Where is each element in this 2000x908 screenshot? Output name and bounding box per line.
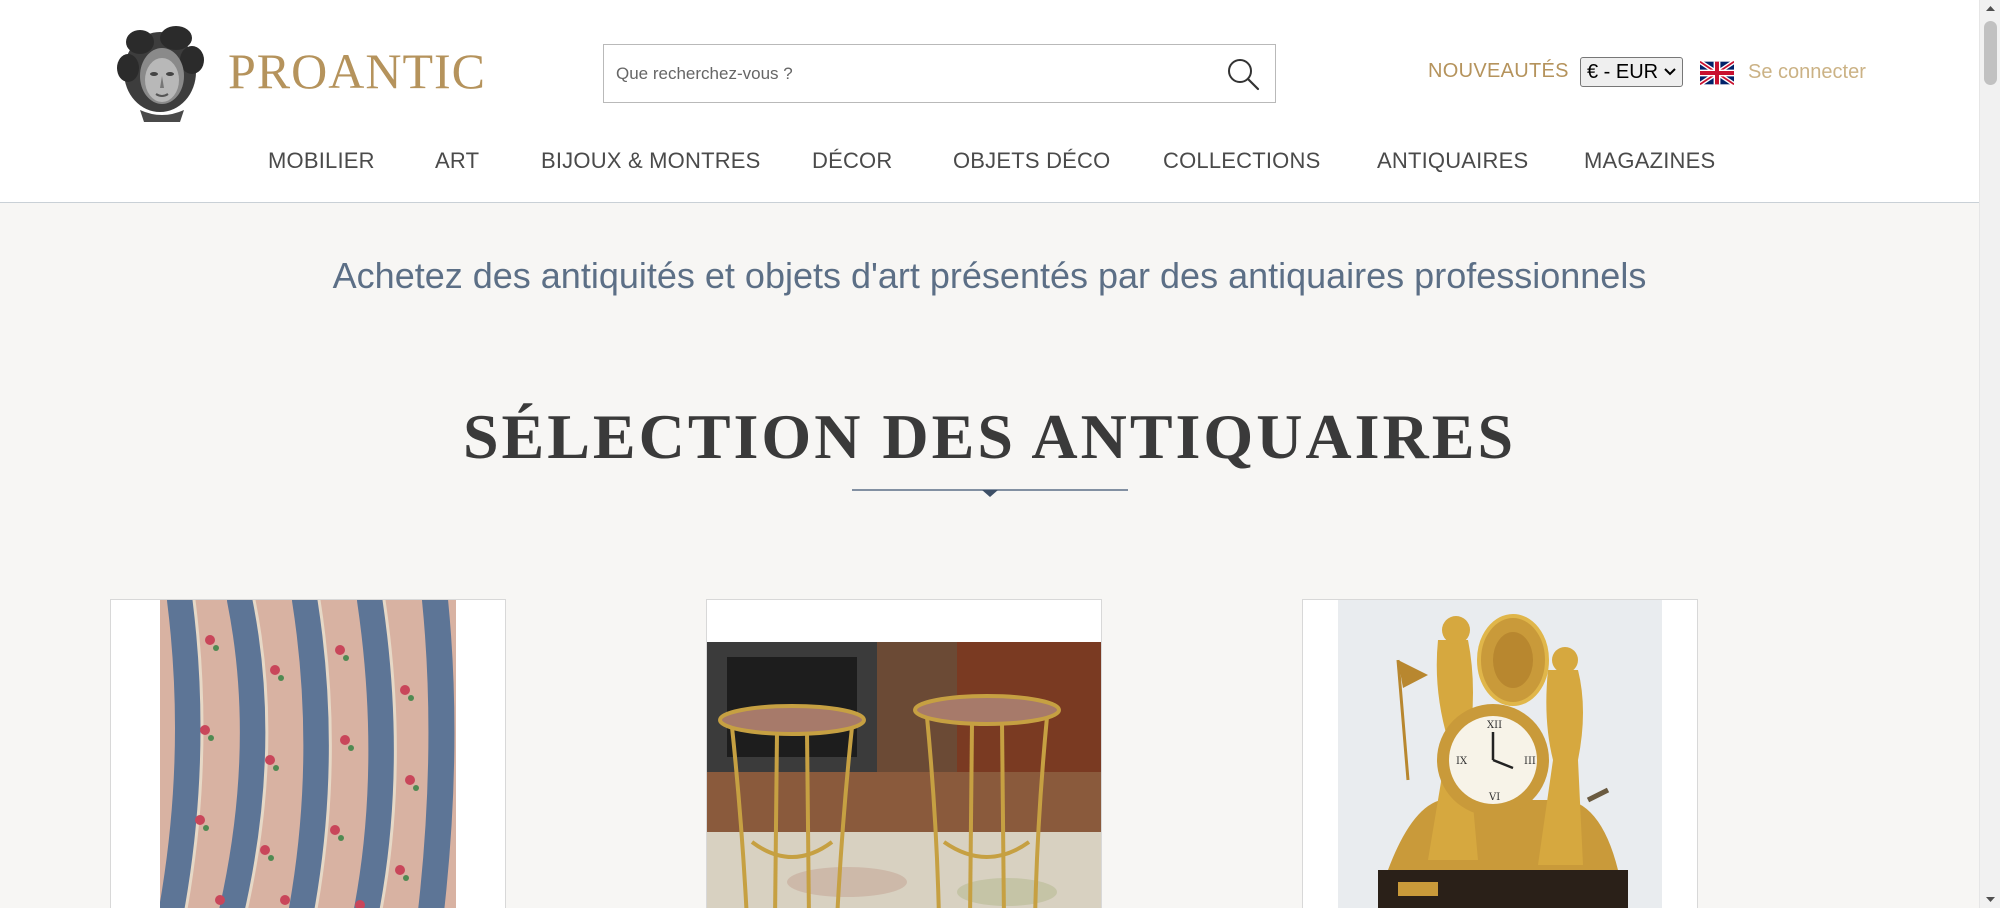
nav-item-bijoux-montres[interactable]: BIJOUX & MONTRES	[541, 148, 761, 174]
section-title: SÉLECTION DES ANTIQUAIRES	[462, 401, 1517, 472]
nav-item-collections[interactable]: COLLECTIONS	[1163, 148, 1320, 174]
scroll-up-arrow-icon[interactable]	[1980, 0, 2000, 17]
nav-item-mobilier[interactable]: MOBILIER	[268, 148, 375, 174]
site-header: PROANTIC NOUVEAUTÉS € - EUR Se connecter	[0, 0, 1979, 203]
scroll-down-arrow-icon[interactable]	[1980, 891, 2000, 908]
search-bar	[603, 44, 1276, 103]
search-icon[interactable]	[1225, 56, 1261, 92]
product-card-fabric[interactable]	[110, 599, 506, 908]
scrollbar-thumb[interactable]	[1984, 21, 1997, 85]
main-nav: MOBILIER ART BIJOUX & MONTRES DÉCOR OBJE…	[0, 148, 1979, 178]
scrollbar[interactable]	[1979, 0, 2000, 908]
nav-item-magazines[interactable]: MAGAZINES	[1584, 148, 1715, 174]
gilt-bronze-clock-image: XII III VI IX	[1338, 600, 1662, 908]
nav-item-decor[interactable]: DÉCOR	[812, 148, 892, 174]
svg-text:VI: VI	[1488, 792, 1500, 803]
currency-value: € - EUR	[1587, 61, 1659, 83]
nav-item-objets-deco[interactable]: OBJETS DÉCO	[953, 148, 1110, 174]
title-divider	[852, 489, 1128, 497]
chevron-down-icon	[1664, 68, 1676, 76]
product-card-tables[interactable]	[706, 599, 1102, 908]
brand-name: PROANTIC	[228, 43, 487, 99]
nav-item-art[interactable]: ART	[435, 148, 479, 174]
gueridon-tables-image	[707, 642, 1101, 908]
currency-select[interactable]: € - EUR	[1580, 57, 1683, 87]
uk-flag-icon[interactable]	[1700, 61, 1734, 85]
tagline: Achetez des antiquités et objets d'art p…	[332, 255, 1647, 296]
svg-text:IX: IX	[1456, 756, 1468, 767]
svg-text:III: III	[1524, 756, 1536, 767]
product-card-clock[interactable]: XII III VI IX	[1302, 599, 1698, 908]
striped-fabric-image	[160, 600, 456, 908]
search-input[interactable]	[604, 45, 1204, 102]
login-link[interactable]: Se connecter	[1748, 61, 1866, 84]
nouveautes-link[interactable]: NOUVEAUTÉS	[1428, 60, 1569, 83]
svg-text:XII: XII	[1487, 720, 1502, 731]
logo-link[interactable]: PROANTIC	[110, 20, 486, 122]
nav-item-antiquaires[interactable]: ANTIQUAIRES	[1377, 148, 1528, 174]
bust-logo-icon	[117, 26, 204, 122]
